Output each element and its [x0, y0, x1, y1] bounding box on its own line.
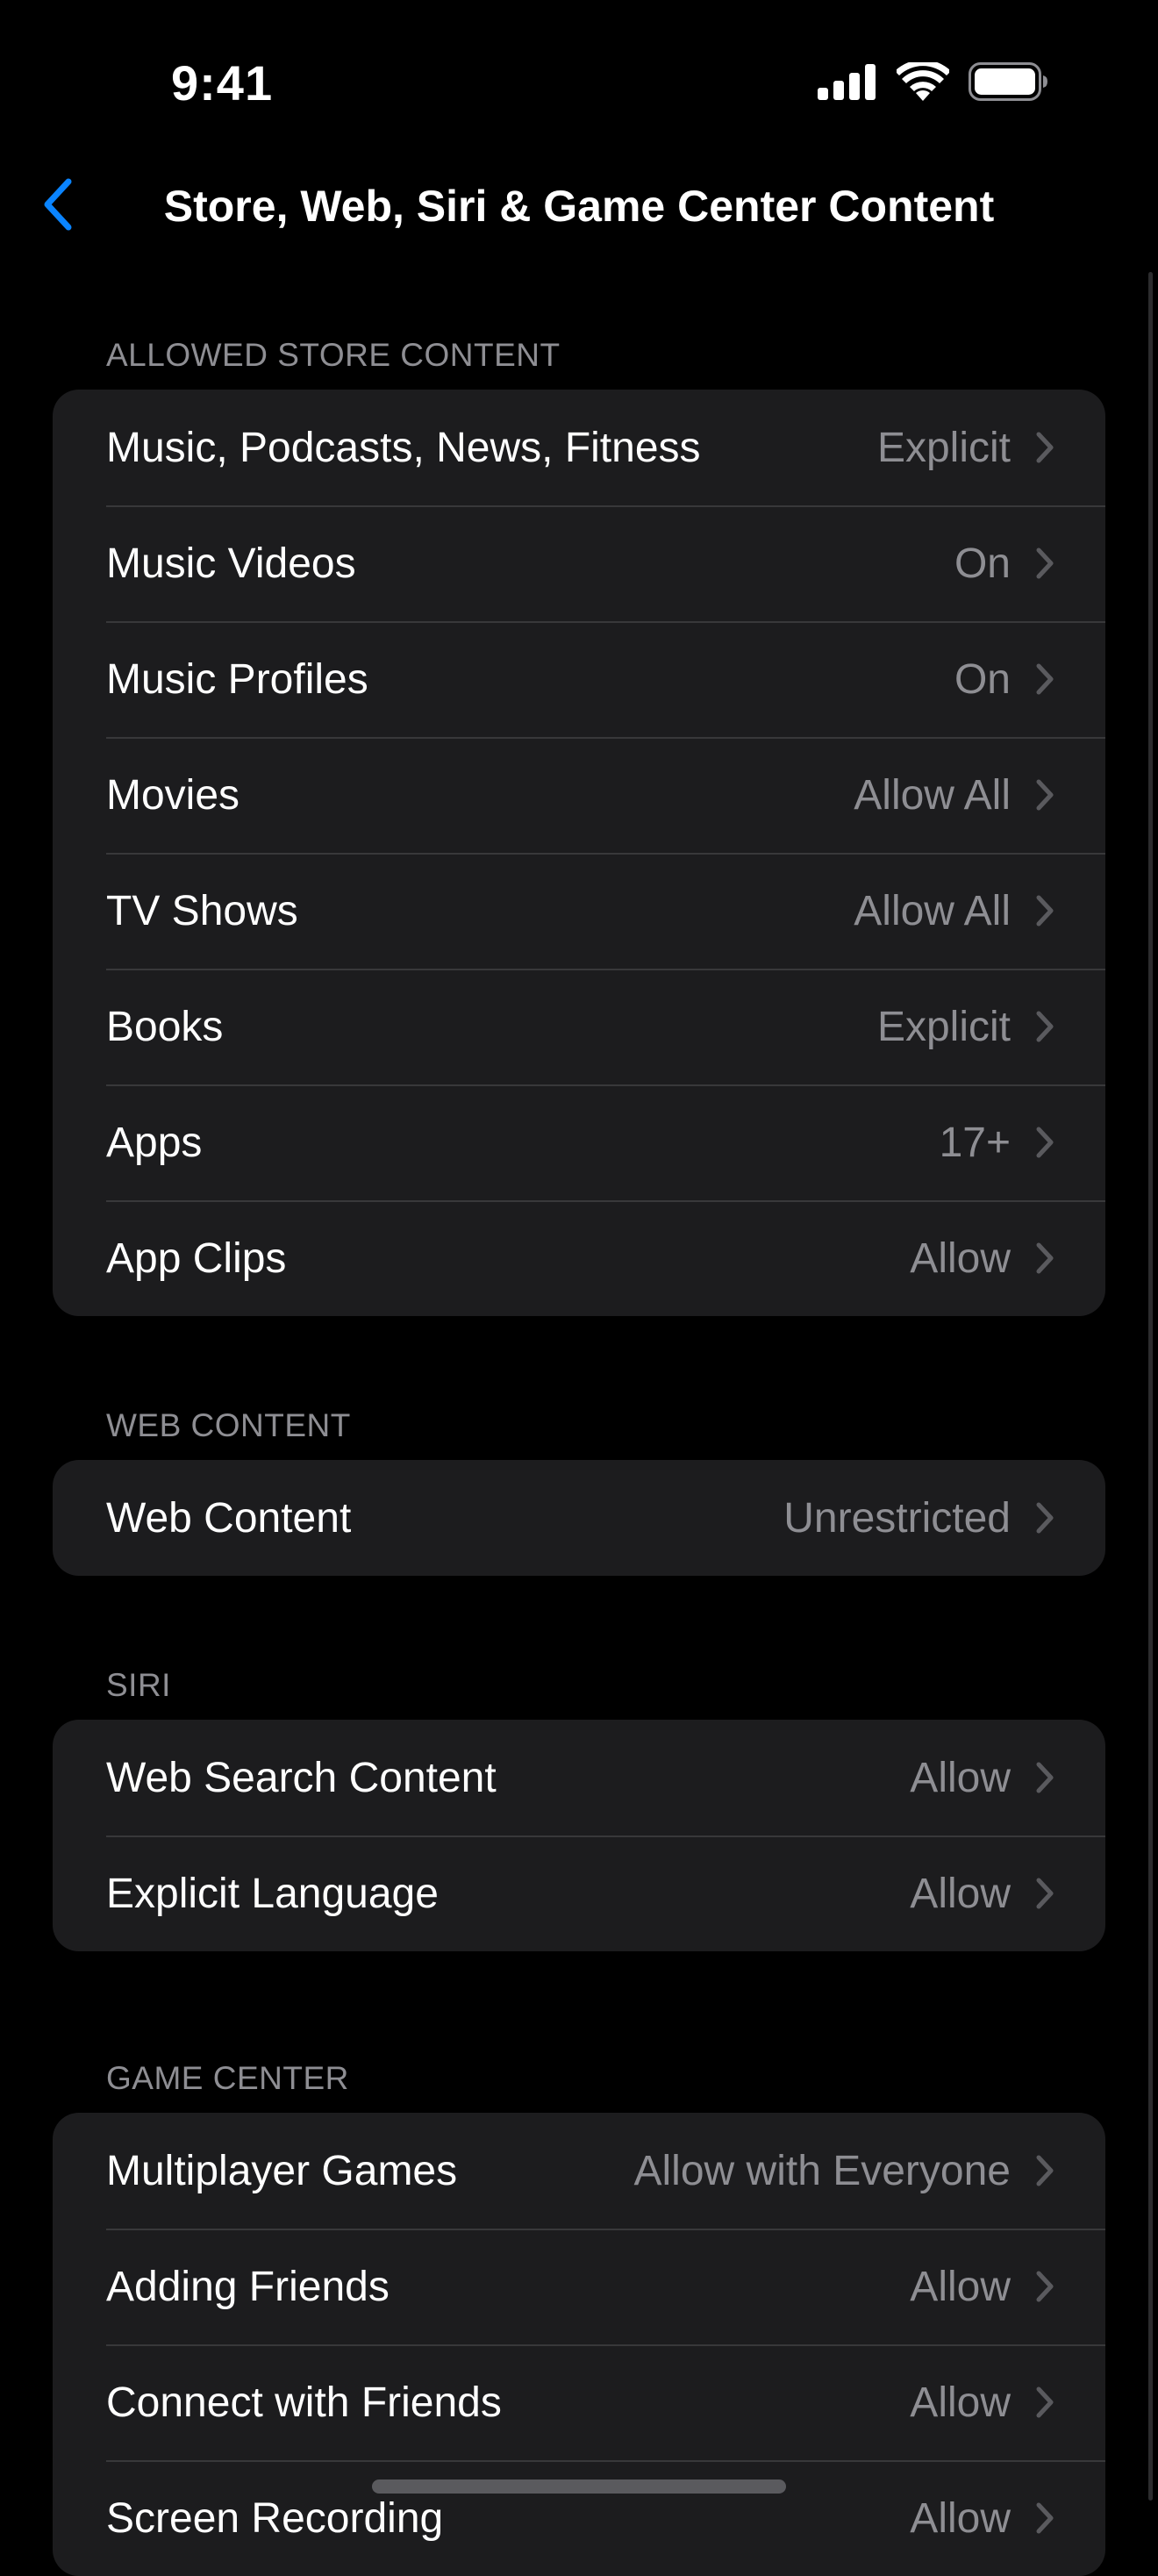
row-label: Movies — [106, 771, 240, 819]
row-app-clips[interactable]: App Clips Allow — [53, 1200, 1105, 1316]
row-value: Allow — [910, 1870, 1011, 1917]
row-value: Allow All — [854, 771, 1011, 819]
group-siri: Web Search Content Allow Explicit Langua… — [53, 1720, 1105, 1951]
row-value: Allow with Everyone — [633, 2147, 1011, 2194]
status-icons — [818, 59, 1049, 105]
row-screen-recording[interactable]: Screen Recording Allow — [53, 2460, 1105, 2576]
row-music-profiles[interactable]: Music Profiles On — [53, 621, 1105, 737]
settings-content: ALLOWED STORE CONTENT Music, Podcasts, N… — [0, 298, 1158, 2576]
row-value: 17+ — [939, 1119, 1011, 1166]
group-store: Music, Podcasts, News, Fitness Explicit … — [53, 390, 1105, 1316]
row-label: Explicit Language — [106, 1870, 439, 1917]
chevron-right-icon — [1035, 894, 1054, 927]
row-value: Allow — [910, 1754, 1011, 1801]
row-value: Explicit — [876, 1003, 1011, 1050]
row-label: Adding Friends — [106, 2263, 390, 2310]
group-web: Web Content Unrestricted — [53, 1460, 1105, 1576]
row-value: Allow — [910, 1234, 1011, 1282]
chevron-right-icon — [1035, 2386, 1054, 2419]
row-label: Web Search Content — [106, 1754, 497, 1801]
row-adding-friends[interactable]: Adding Friends Allow — [53, 2229, 1105, 2344]
status-time: 9:41 — [171, 55, 274, 111]
chevron-right-icon — [1035, 2270, 1054, 2303]
row-label: App Clips — [106, 1234, 287, 1282]
row-web-content[interactable]: Web Content Unrestricted — [53, 1460, 1105, 1576]
row-label: Connect with Friends — [106, 2379, 502, 2426]
row-multiplayer-games[interactable]: Multiplayer Games Allow with Everyone — [53, 2113, 1105, 2229]
chevron-right-icon — [1035, 547, 1054, 580]
row-label: Screen Recording — [106, 2494, 444, 2542]
chevron-right-icon — [1035, 1761, 1054, 1794]
home-indicator[interactable] — [372, 2479, 786, 2494]
section-header-store: ALLOWED STORE CONTENT — [106, 337, 561, 373]
chevron-right-icon — [1035, 2154, 1054, 2187]
row-value: Allow All — [854, 887, 1011, 934]
row-value: Explicit — [876, 424, 1011, 471]
row-value: Allow — [910, 2379, 1011, 2426]
row-music-videos[interactable]: Music Videos On — [53, 505, 1105, 621]
row-music-podcasts-news-fitness[interactable]: Music, Podcasts, News, Fitness Explicit — [53, 390, 1105, 505]
row-tv-shows[interactable]: TV Shows Allow All — [53, 853, 1105, 969]
row-label: TV Shows — [106, 887, 298, 934]
chevron-right-icon — [1035, 662, 1054, 696]
row-apps[interactable]: Apps 17+ — [53, 1084, 1105, 1200]
row-connect-with-friends[interactable]: Connect with Friends Allow — [53, 2344, 1105, 2460]
row-value: On — [954, 540, 1011, 587]
chevron-right-icon — [1035, 778, 1054, 812]
row-label: Multiplayer Games — [106, 2147, 458, 2194]
row-label: Books — [106, 1003, 224, 1050]
chevron-right-icon — [1035, 1241, 1054, 1275]
chevron-right-icon — [1035, 1877, 1054, 1910]
row-value: Unrestricted — [783, 1494, 1011, 1542]
row-label: Web Content — [106, 1494, 352, 1542]
row-movies[interactable]: Movies Allow All — [53, 737, 1105, 853]
cellular-signal-icon — [818, 63, 877, 104]
chevron-right-icon — [1035, 1126, 1054, 1159]
section-header-game-center: GAME CENTER — [106, 2060, 349, 2096]
row-label: Apps — [106, 1119, 203, 1166]
row-web-search-content[interactable]: Web Search Content Allow — [53, 1720, 1105, 1835]
row-label: Music, Podcasts, News, Fitness — [106, 424, 701, 471]
chevron-right-icon — [1035, 2501, 1054, 2535]
row-explicit-language[interactable]: Explicit Language Allow — [53, 1835, 1105, 1951]
battery-icon — [969, 61, 1049, 105]
row-label: Music Videos — [106, 540, 356, 587]
page-title: Store, Web, Siri & Game Center Content — [163, 182, 995, 231]
row-value: Allow — [910, 2494, 1011, 2542]
section-header-siri: SIRI — [106, 1667, 171, 1703]
status-bar: 9:41 — [0, 0, 1158, 167]
wifi-icon — [895, 59, 951, 105]
row-label: Music Profiles — [106, 655, 368, 703]
chevron-right-icon — [1035, 431, 1054, 464]
section-header-web: WEB CONTENT — [106, 1407, 351, 1443]
chevron-right-icon — [1035, 1010, 1054, 1043]
chevron-right-icon — [1035, 1501, 1054, 1535]
row-value: Allow — [910, 2263, 1011, 2310]
group-game-center: Multiplayer Games Allow with Everyone Ad… — [53, 2113, 1105, 2576]
row-value: On — [954, 655, 1011, 703]
row-books[interactable]: Books Explicit — [53, 969, 1105, 1084]
